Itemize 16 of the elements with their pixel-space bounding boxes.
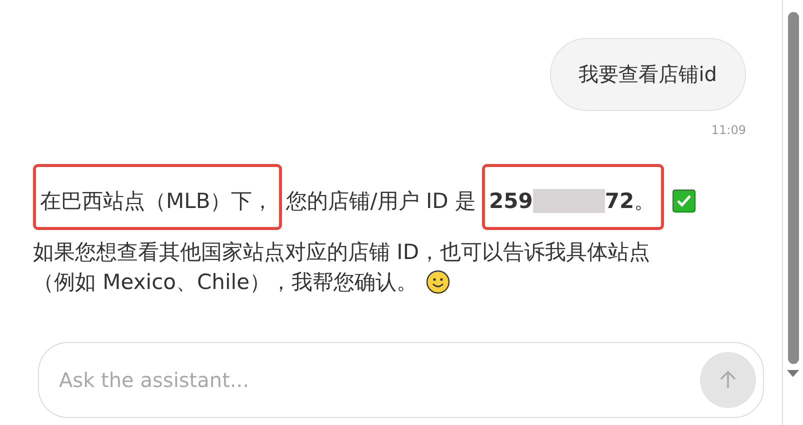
check-icon (672, 189, 696, 213)
id-text: 72 (604, 189, 634, 213)
message-text: 。 (634, 188, 656, 215)
message-text: 在巴西站点（MLB）下， (40, 188, 274, 215)
user-message: 我要查看店铺id (550, 38, 746, 111)
id-text: 259 (489, 189, 533, 213)
scrollbar-thumb[interactable] (788, 12, 798, 364)
scroll-down-icon[interactable] (787, 370, 799, 377)
message-text: 您的店铺/用户 ID 是 (286, 188, 476, 215)
smiley-icon (426, 270, 450, 294)
message-input[interactable]: Ask the assistant... (57, 367, 700, 393)
send-button[interactable] (700, 352, 756, 408)
composer-field[interactable]: Ask the assistant... (38, 342, 764, 418)
message-text: （例如 Mexico、Chile），我帮您确认。 (33, 269, 418, 296)
message-text: 如果您想查看其他国家站点对应的店铺 ID，也可以告诉我具体站点 (33, 239, 650, 266)
message-time: 11:09 (711, 123, 746, 137)
